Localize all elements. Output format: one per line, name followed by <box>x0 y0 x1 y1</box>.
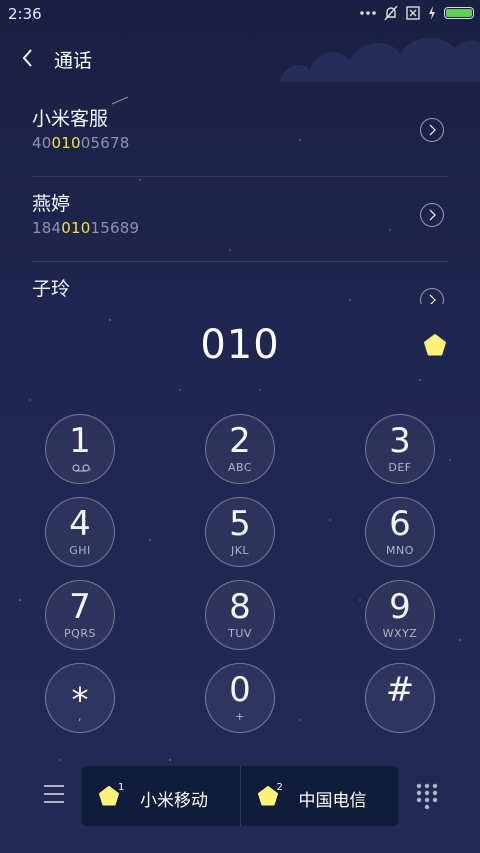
battery-icon <box>444 7 474 19</box>
star-icon <box>257 786 278 806</box>
menu-icon[interactable] <box>42 783 66 805</box>
matched-digits: 010 <box>51 134 81 152</box>
voicemail-icon <box>72 464 90 472</box>
contact-detail-chevron-icon[interactable] <box>420 288 444 304</box>
keypad-toggle-icon[interactable] <box>415 782 439 810</box>
app-header: 通话 <box>0 40 480 76</box>
star-icon[interactable] <box>423 334 447 356</box>
status-icons <box>360 5 474 21</box>
sim-call-panel: 1 小米移动 2 中国电信 <box>82 766 398 826</box>
key-9[interactable]: 9 WXYZ <box>365 580 435 650</box>
more-dots-icon <box>360 11 376 15</box>
key-5[interactable]: 5 JKL <box>205 497 275 567</box>
mute-bell-icon <box>384 5 398 21</box>
contact-name: 子玲 <box>32 278 71 300</box>
key-0[interactable]: 0 + <box>205 663 275 733</box>
contact-row[interactable]: 子玲 <box>32 262 448 304</box>
contact-name: 燕婷 <box>32 193 71 215</box>
dial-keypad: 1 2 ABC 3 DEF 4 GHI 5 JKL 6 MNO 7 PQRS 8 TUV 9W… <box>45 414 435 734</box>
key-2[interactable]: 2 ABC <box>205 414 275 484</box>
status-bar: 2:36 <box>0 0 480 28</box>
contact-detail-chevron-icon[interactable] <box>420 118 444 142</box>
key-3[interactable]: 3 DEF <box>365 414 435 484</box>
dialed-number-display: 010 <box>200 322 280 368</box>
key-4[interactable]: 4 GHI <box>45 497 115 567</box>
charging-icon <box>429 6 435 20</box>
key-1[interactable]: 1 <box>45 414 115 484</box>
contact-row[interactable]: 燕婷 18401015689 <box>32 177 448 262</box>
contact-number: 18401015689 <box>32 219 140 237</box>
contact-number: 4001005678 <box>32 134 130 152</box>
star-icon <box>99 786 119 806</box>
no-sim-icon <box>406 6 420 20</box>
key-8[interactable]: 8 TUV <box>205 580 275 650</box>
call-sim2-button[interactable]: 2 中国电信 <box>239 766 399 826</box>
page-title: 通话 <box>54 50 93 72</box>
sim-index: 2 <box>276 782 283 793</box>
contact-detail-chevron-icon[interactable] <box>420 203 444 227</box>
key-star[interactable]: ⁎, <box>45 663 115 733</box>
call-sim1-button[interactable]: 1 小米移动 <box>82 766 240 826</box>
sim-label: 中国电信 <box>298 791 367 811</box>
contact-row[interactable]: 小米客服 4001005678 <box>32 92 448 177</box>
sim-label: 小米移动 <box>140 791 208 811</box>
back-arrow-icon[interactable] <box>18 46 38 70</box>
key-6[interactable]: 6 MNO <box>365 497 435 567</box>
key-7[interactable]: 7 PQRS <box>45 580 115 650</box>
contact-match-list: 小米客服 4001005678 燕婷 18401015689 子玲 <box>32 92 448 304</box>
status-time: 2:36 <box>8 5 42 23</box>
sim-index: 1 <box>118 782 125 793</box>
matched-digits: 010 <box>61 219 91 237</box>
key-hash[interactable]: # <box>365 663 435 733</box>
contact-name: 小米客服 <box>32 108 109 130</box>
